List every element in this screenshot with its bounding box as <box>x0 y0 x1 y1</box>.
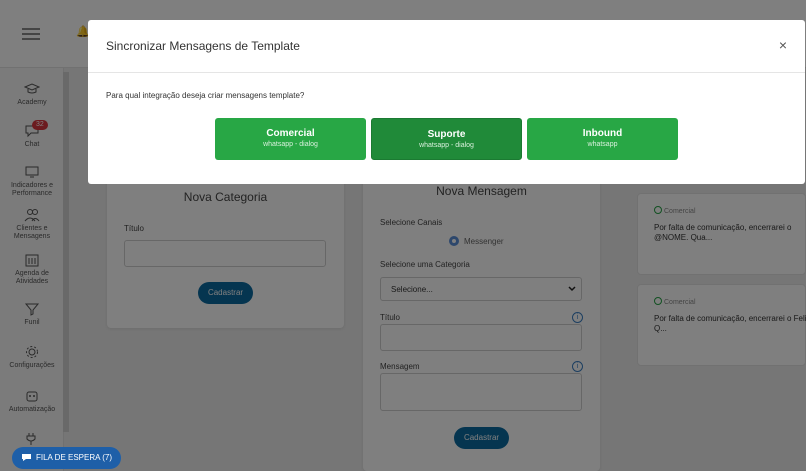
integration-title: Suporte <box>427 129 466 140</box>
modal-title: Sincronizar Mensagens de Template <box>106 39 300 53</box>
integration-button-inbound[interactable]: Inbound whatsapp <box>527 118 678 160</box>
integration-button-comercial[interactable]: Comercial whatsapp - dialog <box>215 118 366 160</box>
integration-title: Inbound <box>582 128 623 139</box>
integration-title: Comercial <box>266 128 315 139</box>
integration-subtitle: whatsapp <box>587 141 618 148</box>
fila-label: FILA DE ESPERA (7) <box>36 453 113 462</box>
integration-subtitle: whatsapp - dialog <box>419 142 474 149</box>
sync-templates-modal: Sincronizar Mensagens de Template × Para… <box>88 20 805 184</box>
integration-subtitle: whatsapp - dialog <box>263 141 318 148</box>
integration-button-suporte[interactable]: Suporte whatsapp - dialog <box>371 118 522 160</box>
close-icon[interactable]: × <box>779 37 787 53</box>
modal-question: Para qual integração deseja criar mensag… <box>106 91 305 100</box>
chat-icon <box>22 454 31 461</box>
fila-de-espera-button[interactable]: FILA DE ESPERA (7) <box>12 447 121 469</box>
modal-header: Sincronizar Mensagens de Template × <box>88 20 805 73</box>
